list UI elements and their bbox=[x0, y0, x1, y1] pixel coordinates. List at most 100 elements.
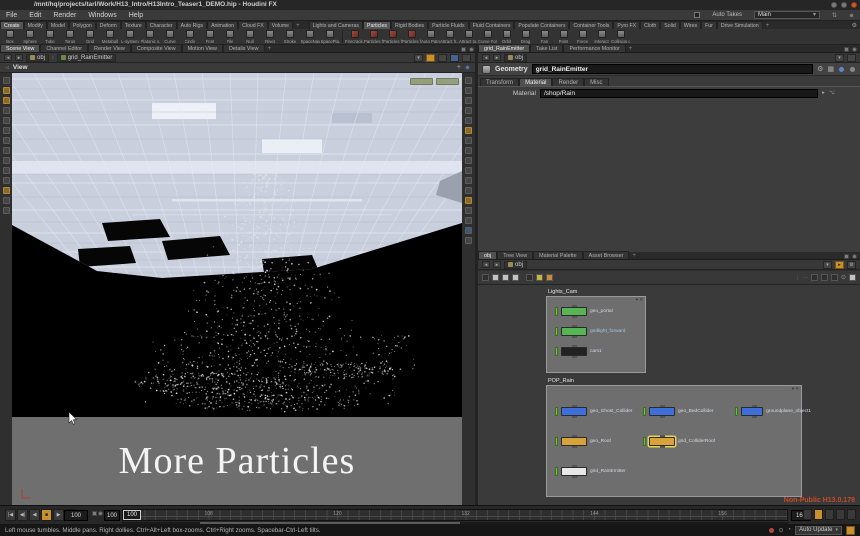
shelf-tab[interactable]: Fluid Containers bbox=[469, 21, 515, 29]
toolbar-icon[interactable] bbox=[3, 127, 10, 134]
pane-tab[interactable]: Material Palette bbox=[533, 251, 582, 259]
help-globe-icon[interactable] bbox=[849, 13, 854, 18]
path-dropdown-icon[interactable]: ▾ bbox=[414, 54, 423, 62]
pane-tab[interactable]: Take List bbox=[530, 44, 563, 52]
pane-tab[interactable]: Channel Editor bbox=[40, 44, 88, 52]
shelf-tool[interactable]: SpacePla... bbox=[320, 29, 340, 44]
range-loop-icon[interactable] bbox=[98, 511, 103, 516]
parameter-tab[interactable]: Material bbox=[519, 78, 552, 86]
shelf-tab[interactable]: Rigid Bodies bbox=[391, 21, 428, 29]
auto-update-selector[interactable]: Auto Update ▾ bbox=[795, 526, 842, 535]
network-node[interactable]: geo_Roof bbox=[555, 426, 643, 456]
toolbar-icon[interactable] bbox=[512, 274, 519, 281]
shelf-tool[interactable]: Tube bbox=[40, 29, 60, 44]
shelf-tool[interactable]: Torus bbox=[60, 29, 80, 44]
timeline-ruler[interactable]: 108 120 132 144 156 100 bbox=[122, 509, 788, 521]
toolbar-icon[interactable] bbox=[3, 197, 10, 204]
display-options-icon[interactable] bbox=[438, 54, 447, 62]
pane-menu-icon[interactable] bbox=[469, 47, 474, 52]
playbar-option-icon[interactable] bbox=[836, 509, 845, 520]
toolbar-icon[interactable] bbox=[465, 137, 472, 144]
playbar-option-icon[interactable] bbox=[825, 509, 834, 520]
toolbar-icon[interactable] bbox=[465, 187, 472, 194]
shelf-tool[interactable]: Metaball bbox=[100, 29, 120, 44]
shelf-tool[interactable]: File bbox=[220, 29, 240, 44]
pane-tab[interactable]: Performance Monitor bbox=[563, 44, 625, 52]
node-body[interactable] bbox=[561, 467, 587, 476]
toolbar-icon[interactable] bbox=[465, 177, 472, 184]
node-display-flag[interactable] bbox=[555, 407, 558, 416]
network-box-pop-rain[interactable]: POP_Rain ▾ ✕ geo_Ghost_Collider geo_BedC… bbox=[546, 385, 802, 497]
shelf-tab[interactable]: Auto Rigs bbox=[177, 21, 208, 29]
shelf-tab[interactable]: Polygon bbox=[69, 21, 96, 29]
pane-tab[interactable]: grid_RainEmitter bbox=[478, 44, 530, 52]
pane-tab[interactable]: obj bbox=[478, 251, 497, 259]
playbar-option-icon[interactable] bbox=[803, 509, 812, 520]
network-node[interactable]: grid_RainEmitter bbox=[555, 456, 643, 486]
toolbar-icon[interactable] bbox=[831, 274, 838, 281]
node-name-field[interactable]: grid_RainEmitter bbox=[532, 64, 813, 74]
pane-tab[interactable]: Details View bbox=[223, 44, 265, 52]
toolbar-icon[interactable] bbox=[3, 87, 10, 94]
node-display-flag[interactable] bbox=[555, 347, 558, 356]
toolbar-icon[interactable] bbox=[849, 274, 856, 281]
network-node[interactable]: geo_portal bbox=[555, 307, 645, 316]
pane-tab[interactable]: Asset Browser bbox=[583, 251, 630, 259]
toolbar-icon[interactable] bbox=[465, 157, 472, 164]
magnifier-icon[interactable]: ⊙ bbox=[778, 527, 783, 534]
toolbar-icon[interactable] bbox=[465, 87, 472, 94]
toolbar-icon[interactable] bbox=[3, 167, 10, 174]
node-display-flag[interactable] bbox=[555, 307, 558, 316]
shelf-tab[interactable]: Container Tools bbox=[569, 21, 613, 29]
shelf-tab[interactable]: Solid bbox=[660, 21, 680, 29]
add-pane-tab-icon[interactable]: + bbox=[265, 46, 275, 52]
shelf-tab[interactable]: Character bbox=[146, 21, 177, 29]
node-display-flag[interactable] bbox=[555, 437, 558, 446]
path-segment-obj[interactable]: obj bbox=[504, 54, 527, 62]
pane-tab[interactable]: Composite View bbox=[131, 44, 182, 52]
tree-chooser-icon[interactable]: ⌥ bbox=[829, 90, 835, 96]
current-frame-field[interactable]: 100 bbox=[64, 510, 88, 521]
material-path-field[interactable]: /shop/Rain bbox=[540, 89, 818, 98]
parameter-tab[interactable]: Render bbox=[552, 78, 584, 86]
shelf-tab[interactable]: Animation bbox=[207, 21, 238, 29]
node-display-flag[interactable] bbox=[735, 407, 738, 416]
path-segment-obj[interactable]: obj bbox=[26, 54, 49, 62]
magnifier-icon[interactable]: ⊙ bbox=[841, 274, 846, 281]
toolbar-icon[interactable] bbox=[3, 147, 10, 154]
shelf-tool[interactable]: Stroke bbox=[280, 29, 300, 44]
shelf-tool[interactable]: Particles f... bbox=[364, 29, 383, 44]
nav-forward-icon[interactable]: ▸ bbox=[15, 54, 23, 61]
shelf-tab[interactable]: Cloth bbox=[640, 21, 660, 29]
toolbar-icon[interactable] bbox=[465, 107, 472, 114]
playbar-option-icon[interactable] bbox=[814, 509, 823, 520]
jump-start-button[interactable]: |◀ bbox=[5, 509, 16, 521]
play-button[interactable]: ▶ bbox=[53, 509, 64, 521]
gear-icon[interactable]: ⚙ bbox=[817, 65, 823, 73]
shelf-tab[interactable]: Modify bbox=[24, 21, 47, 29]
playbar-option-icon[interactable] bbox=[847, 509, 856, 520]
gear-icon[interactable]: ⚙ bbox=[847, 261, 856, 269]
toolbar-icon[interactable] bbox=[3, 107, 10, 114]
network-node[interactable]: groundplane_object1 bbox=[735, 396, 811, 426]
toolbar-icon[interactable] bbox=[465, 167, 472, 174]
menu-item[interactable]: Windows bbox=[88, 12, 116, 19]
scene-3d-render[interactable] bbox=[12, 73, 462, 417]
shelf-tool[interactable]: Circle bbox=[180, 29, 200, 44]
add-pane-tab-icon[interactable]: + bbox=[626, 46, 636, 52]
shelf-tool[interactable]: Drag bbox=[516, 29, 535, 44]
shelf-tool[interactable]: Rivet bbox=[260, 29, 280, 44]
close-button[interactable] bbox=[851, 2, 857, 8]
maximize-button[interactable] bbox=[841, 2, 847, 8]
comment-icon[interactable] bbox=[849, 66, 856, 73]
node-display-flag[interactable] bbox=[643, 437, 646, 446]
grid-icon[interactable]: ▦ bbox=[827, 65, 834, 73]
shelf-tab[interactable]: Texture bbox=[121, 21, 146, 29]
node-body[interactable] bbox=[561, 327, 587, 336]
shelf-tool[interactable]: Font bbox=[200, 29, 220, 44]
shelf-tab[interactable]: Particles bbox=[363, 21, 391, 29]
auto-takes-checkbox[interactable] bbox=[694, 12, 700, 18]
viewport-option-button[interactable] bbox=[410, 78, 433, 85]
parameter-tab[interactable]: Misc bbox=[584, 78, 608, 86]
node-body[interactable] bbox=[561, 437, 587, 446]
